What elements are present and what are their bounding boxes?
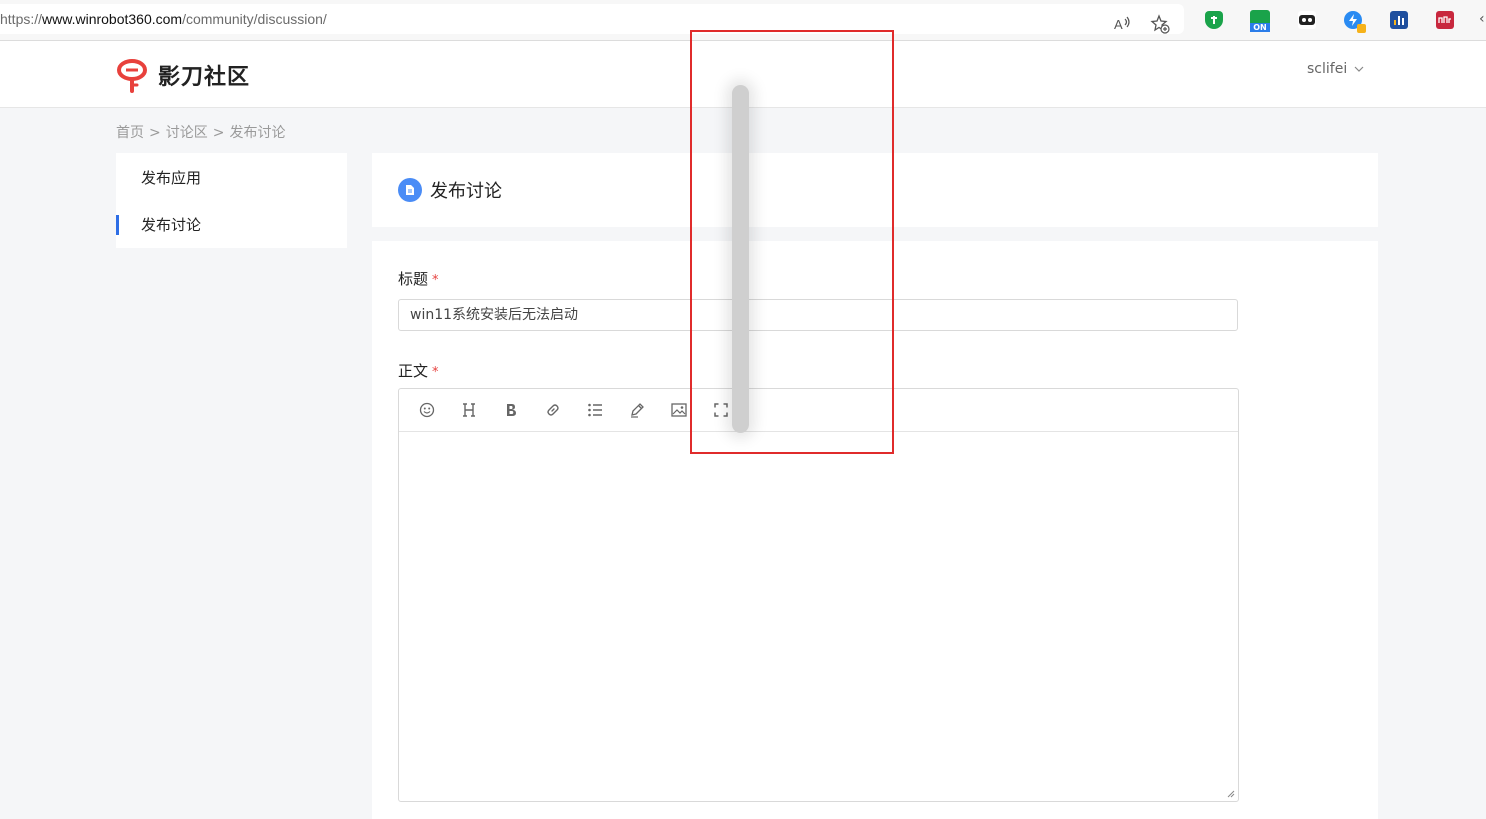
emoji-icon[interactable] [417,400,437,420]
url-host: www.winrobot360.com [42,11,183,27]
title-label-text: 标题 [398,270,429,288]
heading-icon[interactable] [459,400,479,420]
resize-handle-icon[interactable] [1227,790,1235,798]
highlight-box [690,30,894,454]
breadcrumb: 首页 > 讨论区 > 发布讨论 [116,122,285,142]
breadcrumb-home[interactable]: 首页 [116,122,144,142]
pen-icon[interactable] [627,400,647,420]
chart-extension-icon[interactable] [1390,11,1408,29]
url-text[interactable]: https://www.winrobot360.com/community/di… [0,11,327,27]
on-extension-icon[interactable]: ON [1250,10,1270,32]
sidebar-item-publish-discussion[interactable]: 发布讨论 [116,205,347,245]
chevron-down-icon [1354,64,1364,75]
body-label: 正文 * [398,360,439,381]
breadcrumb-forum[interactable]: 讨论区 [166,122,208,142]
username: sclifei [1307,61,1348,77]
read-aloud-icon[interactable]: A [1112,14,1132,34]
lightning-extension-icon[interactable] [1344,11,1366,33]
image-icon[interactable] [669,400,689,420]
document-icon [398,178,422,202]
breadcrumb-separator: > [149,125,161,141]
page-title: 发布讨论 [430,181,502,202]
address-bar[interactable]: https://www.winrobot360.com/community/di… [0,4,1184,34]
required-mark: * [432,365,439,380]
url-prefix: https:// [0,11,43,27]
bold-icon[interactable] [501,400,521,420]
more-icon[interactable]: ‹ [1479,11,1485,27]
red-extension-icon[interactable] [1436,11,1454,29]
shield-extension-icon[interactable] [1205,11,1223,29]
title-label: 标题 * [398,268,439,289]
required-mark: * [432,273,439,288]
link-icon[interactable] [543,400,563,420]
svg-text:A: A [1114,17,1123,32]
url-path: /community/discussion/ [182,11,327,27]
breadcrumb-current: 发布讨论 [229,125,286,141]
add-favorite-icon[interactable] [1150,14,1170,34]
logo-text: 影刀社区 [158,65,251,90]
sidebar: 发布应用 发布讨论 [116,153,347,248]
user-menu[interactable]: sclifei [1307,61,1364,77]
breadcrumb-separator: > [212,125,225,141]
body-label-text: 正文 [398,362,429,380]
list-icon[interactable] [585,400,605,420]
mask-extension-icon[interactable] [1298,11,1316,29]
sidebar-item-publish-app[interactable]: 发布应用 [116,158,347,198]
editor-textarea[interactable] [399,432,1238,801]
logo-icon [117,59,147,93]
logo[interactable]: 影刀社区 [116,57,250,93]
